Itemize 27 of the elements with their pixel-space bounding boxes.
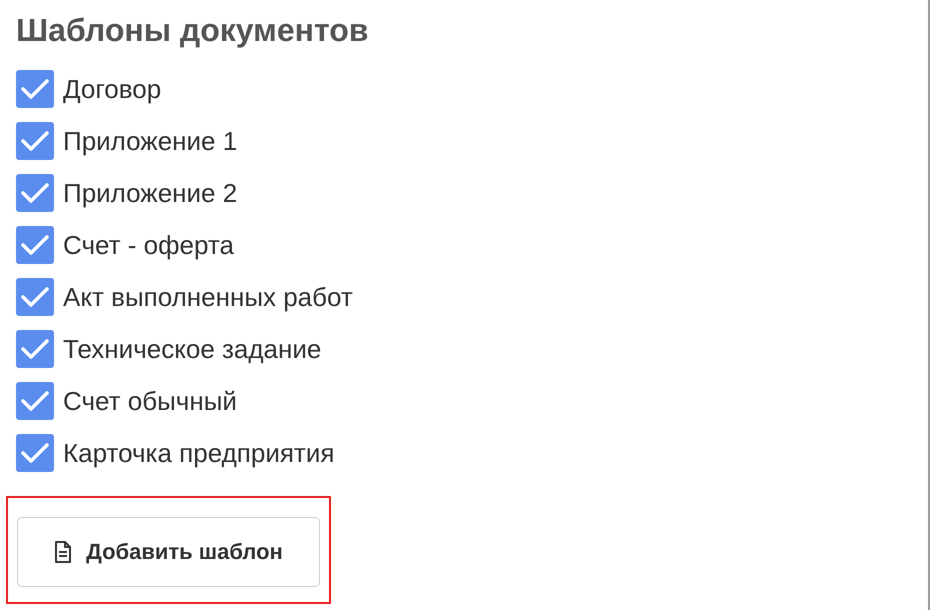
checkbox[interactable]	[16, 278, 54, 316]
checkbox[interactable]	[16, 382, 54, 420]
checkbox[interactable]	[16, 226, 54, 264]
document-icon	[54, 541, 72, 563]
checkmark-icon	[21, 130, 49, 152]
checkbox-label: Приложение 1	[63, 126, 238, 156]
checkbox[interactable]	[16, 330, 54, 368]
checkmark-icon	[21, 286, 49, 308]
section-title: Шаблоны документов	[16, 11, 370, 50]
checkbox-label: Счет - оферта	[63, 230, 234, 260]
checkbox-label: Акт выполненных работ	[63, 282, 353, 312]
checkbox[interactable]	[16, 122, 54, 160]
checkbox-label: Техническое задание	[63, 334, 322, 364]
checkbox-label: Договор	[63, 74, 162, 104]
checkbox[interactable]	[16, 70, 54, 108]
checkbox-label: Приложение 2	[63, 178, 238, 208]
checkmark-icon	[21, 390, 49, 412]
checkbox[interactable]	[16, 174, 54, 212]
checkbox-label: Карточка предприятия	[63, 438, 334, 468]
checkmark-icon	[21, 234, 49, 256]
checkmark-icon	[21, 338, 49, 360]
checkbox-label: Счет обычный	[63, 386, 237, 416]
checkmark-icon	[21, 442, 49, 464]
checkbox[interactable]	[16, 434, 54, 472]
checkmark-icon	[21, 78, 49, 100]
add-template-button[interactable]: Добавить шаблон	[17, 517, 320, 587]
checkmark-icon	[21, 182, 49, 204]
